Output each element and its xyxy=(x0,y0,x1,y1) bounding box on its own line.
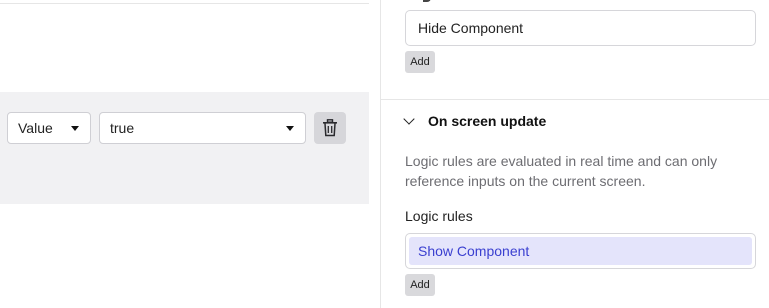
trash-icon xyxy=(323,119,337,137)
help-text: Logic rules are evaluated in real time a… xyxy=(405,153,718,189)
condition-row xyxy=(0,92,369,204)
show-component-rule-chip[interactable]: Show Component xyxy=(409,237,752,265)
caret-down-icon xyxy=(286,126,294,131)
logic-rules-label: Logic rules xyxy=(405,208,473,224)
condition-value-text: true xyxy=(110,120,135,136)
clipped-label xyxy=(423,0,431,2)
divider xyxy=(0,3,369,4)
caret-down-icon xyxy=(71,126,79,131)
chevron-down-icon xyxy=(403,112,415,125)
add-logic-rule-button[interactable]: Add xyxy=(405,274,435,296)
add-rule-button[interactable]: Add xyxy=(405,51,435,73)
hide-component-rule-field[interactable]: Hide Component xyxy=(405,10,756,46)
condition-editor-pane: Value true xyxy=(0,0,369,308)
rule-field-value: Hide Component xyxy=(418,20,524,36)
on-screen-update-section-toggle[interactable]: On screen update xyxy=(403,111,546,131)
condition-type-value: Value xyxy=(18,120,53,136)
section-title: On screen update xyxy=(428,113,547,129)
delete-condition-button[interactable] xyxy=(314,112,346,144)
section-divider xyxy=(381,99,769,100)
logic-rules-field[interactable]: Show Component xyxy=(405,233,756,269)
logic-rules-pane: Hide Component Add On screen update Logi… xyxy=(381,0,769,308)
condition-type-select[interactable]: Value xyxy=(7,112,91,144)
condition-value-select[interactable]: true xyxy=(99,112,306,144)
